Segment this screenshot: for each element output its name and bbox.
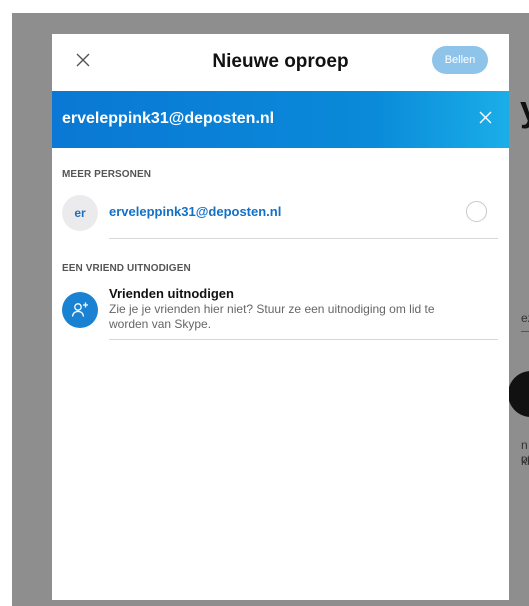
contact-list-item[interactable]: er erveleppink31@deposten.nl — [52, 189, 509, 239]
invite-friends-title: Vrienden uitnodigen — [109, 286, 234, 301]
remove-recipient-button[interactable] — [476, 111, 494, 129]
avatar: er — [62, 195, 98, 231]
add-person-icon — [62, 292, 98, 328]
select-contact-checkbox[interactable] — [466, 201, 487, 222]
new-call-dialog: Nieuwe oproep Bellen erveleppink31@depos… — [52, 34, 509, 600]
invite-friends-description: Zie je je vrienden hier niet? Stuur ze e… — [109, 302, 435, 331]
selected-recipient-banner: erveleppink31@deposten.nl — [52, 91, 509, 148]
contact-name: erveleppink31@deposten.nl — [109, 204, 282, 219]
call-button[interactable]: Bellen — [432, 46, 488, 74]
section-label-invite-friend: EEN VRIEND UITNODIGEN — [62, 263, 191, 274]
section-label-more-people: MEER PERSONEN — [62, 169, 152, 180]
background-text-fragment: ezi — [521, 311, 529, 325]
background-title-fragment: y — [520, 88, 529, 130]
background-divider — [521, 331, 529, 332]
divider — [109, 339, 498, 340]
close-icon — [479, 111, 492, 129]
background-text-fragment: kba — [521, 454, 529, 468]
dialog-header: Nieuwe oproep Bellen — [52, 34, 509, 91]
divider — [109, 238, 498, 239]
selected-recipient-text: erveleppink31@deposten.nl — [62, 110, 275, 127]
invite-friends-item[interactable]: Vrienden uitnodigen Zie je je vrienden h… — [52, 284, 509, 340]
background-button — [508, 371, 529, 417]
